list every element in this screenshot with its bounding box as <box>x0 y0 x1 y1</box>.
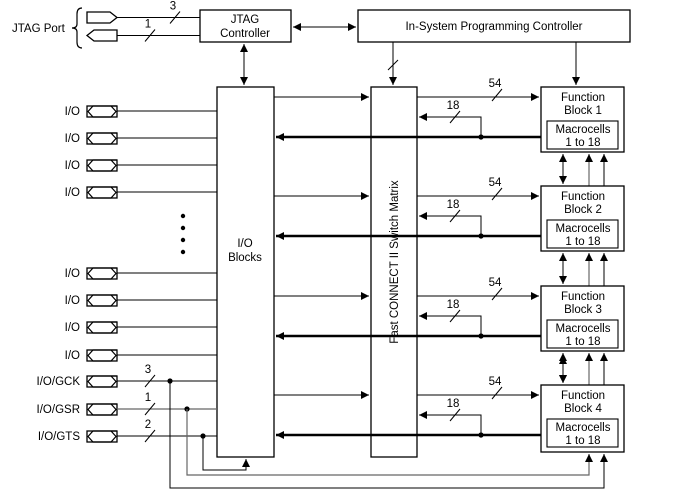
jtag-controller-label: Controller <box>220 28 270 40</box>
macrocells-label: 1 to 18 <box>565 336 600 348</box>
bidirectional-pin-icon <box>87 132 117 145</box>
io-pin-label: I/O <box>65 160 80 172</box>
bus-width-label: 18 <box>447 199 460 211</box>
function-block-title: Block 1 <box>564 105 602 117</box>
bidirectional-pin-icon <box>87 159 117 172</box>
function-block-title: Function <box>561 390 605 402</box>
bidirectional-pin-icon <box>87 375 117 388</box>
ellipsis-dot <box>180 237 186 243</box>
bidirectional-pin-icon <box>87 430 117 443</box>
bidirectional-pin-icon <box>87 186 117 199</box>
io-blocks-label: Blocks <box>228 252 262 264</box>
jtag-output-pin <box>85 29 118 42</box>
io-pin-label: I/O <box>65 106 80 118</box>
bus-width-label: 54 <box>489 78 502 90</box>
function-block-title: Block 4 <box>564 403 602 415</box>
bus-width-label: 18 <box>447 100 460 112</box>
fb-feedback <box>419 212 482 236</box>
jtag-controller-label: JTAG <box>231 14 260 26</box>
global-pin-label: I/O/GCK <box>37 376 81 388</box>
isp-controller-label: In-System Programming Controller <box>405 21 582 33</box>
io-blocks-label: I/O <box>237 238 252 250</box>
function-block-title: Block 2 <box>564 204 602 216</box>
function-block-title: Function <box>561 92 605 104</box>
io-pin-label: I/O <box>65 187 80 199</box>
jtag-brace <box>71 7 83 49</box>
fb-feedback <box>419 411 482 435</box>
bus-width-label: 18 <box>447 299 460 311</box>
bidirectional-pin-icon <box>87 349 117 362</box>
macrocells-label: 1 to 18 <box>565 435 600 447</box>
bus-width-label: 54 <box>489 277 502 289</box>
io-pin-label: I/O <box>65 350 80 362</box>
macrocells-label: Macrocells <box>556 223 611 235</box>
macrocells-label: Macrocells <box>556 323 611 335</box>
bidirectional-pin-icon <box>87 267 117 280</box>
bidirectional-pin-icon <box>87 403 117 416</box>
bus-width-label: 3 <box>170 1 176 13</box>
function-block-title: Block 3 <box>564 304 602 316</box>
macrocells-label: 1 to 18 <box>565 236 600 248</box>
fb-feedback <box>419 312 482 336</box>
fb-feedback <box>419 113 482 137</box>
bus-width-label: 1 <box>145 19 151 31</box>
ellipsis-dot <box>180 225 186 231</box>
macrocells-label: 1 to 18 <box>565 137 600 149</box>
macrocells-label: Macrocells <box>556 124 611 136</box>
io-blocks-box <box>216 86 275 458</box>
function-block-title: Function <box>561 291 605 303</box>
bus-slash <box>491 88 503 102</box>
io-pin-label: I/O <box>65 268 80 280</box>
bus-width-label: 54 <box>489 177 502 189</box>
cpld-block-diagram: JTAG Port 3 1 JTAG Controller In-System Progr… <box>12 1 631 489</box>
bus-slash <box>491 287 503 301</box>
bus-width-label: 3 <box>145 364 151 376</box>
ellipsis-dot <box>180 213 186 219</box>
bidirectional-pin-icon <box>87 294 117 307</box>
bidirectional-pin-icon <box>87 105 117 118</box>
global-pin-label: I/O/GSR <box>37 404 80 416</box>
bidirectional-pin-icon <box>87 321 117 334</box>
switch-matrix-label: Fast CONNECT II Switch Matrix <box>389 180 401 344</box>
io-pin-label: I/O <box>65 133 80 145</box>
jtag-port-label: JTAG Port <box>12 23 66 35</box>
ellipsis-dot <box>180 249 186 255</box>
jtag-input-pin <box>86 11 119 24</box>
io-pin-label: I/O <box>65 295 80 307</box>
bus-width-label: 1 <box>145 392 151 404</box>
io-pin-label: I/O <box>65 322 80 334</box>
bus-width-label: 54 <box>489 376 502 388</box>
bus-width-label: 2 <box>145 419 151 431</box>
bus-slash <box>491 187 503 201</box>
function-block-title: Function <box>561 191 605 203</box>
global-pin-label: I/O/GTS <box>38 431 81 443</box>
bus-width-label: 18 <box>447 398 460 410</box>
macrocells-label: Macrocells <box>556 422 611 434</box>
bus-slash <box>491 386 503 400</box>
